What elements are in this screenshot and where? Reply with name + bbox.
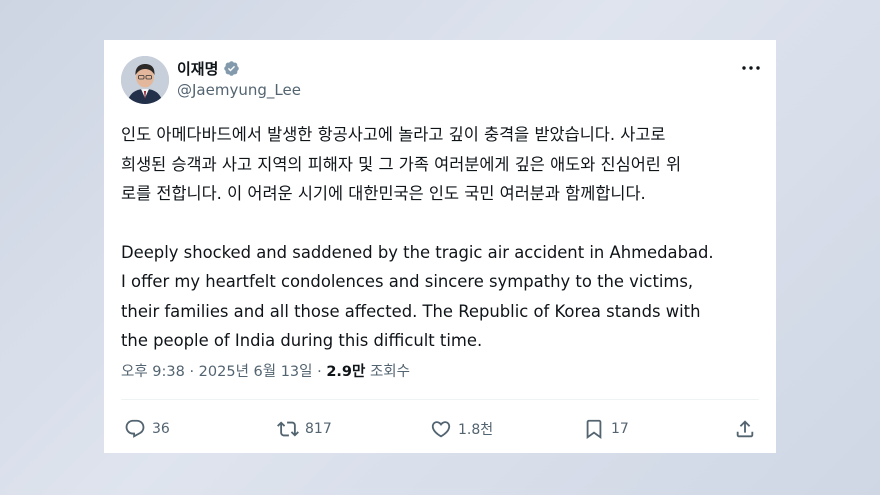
repost-count: 817 [305,421,332,437]
author-row: 이재명 [177,58,240,79]
tweet-line-ko-3: 로를 전합니다. 이 어려운 시기에 대한민국은 인도 국민 여러분과 함께합니… [121,184,646,203]
tweet-line-en-3: their families and all those affected. T… [121,301,701,321]
tweet-line-en-1: Deeply shocked and saddened by the tragi… [121,242,714,262]
bookmark-button[interactable]: 17 [583,418,629,440]
tweet-line-ko-2: 희생된 승객과 사고 지역의 피해자 및 그 가족 여러분에게 깊은 애도와 진… [121,154,682,174]
view-count: 2.9만 [326,364,366,380]
repost-icon [277,421,299,437]
like-icon [431,421,451,438]
repost-button[interactable]: 817 [277,418,332,440]
share-button[interactable] [734,418,756,440]
reply-count: 36 [152,421,170,437]
like-count: 1.8천 [458,422,494,438]
timestamp[interactable]: 오후 9:38 · 2025년 6월 13일 · [121,364,326,380]
share-icon [736,420,754,438]
view-label: 조회수 [365,364,410,380]
author-name[interactable]: 이재명 [177,58,218,79]
reply-icon [125,419,145,438]
divider [121,399,759,400]
tweet-text: 인도 아메다바드에서 발생한 항공사고에 놀라고 깊이 충격을 받았습니다. 사… [121,120,761,356]
more-icon[interactable] [740,58,762,78]
bookmark-icon [586,419,602,440]
avatar[interactable] [121,56,169,104]
tweet-line-en-2: I offer my heartfelt condolences and sin… [121,272,694,291]
bookmark-count: 17 [611,421,629,437]
tweet-line-ko-1: 인도 아메다바드에서 발생한 항공사고에 놀라고 깊이 충격을 받았습니다. 사… [121,125,666,144]
author-handle[interactable]: @Jaemyung_Lee [177,81,301,99]
tweet-line-en-4: the people of India during this difficul… [121,331,483,350]
tweet-meta: 오후 9:38 · 2025년 6월 13일 · 2.9만 조회수 [121,360,410,381]
tweet-card: 이재명 @Jaemyung_Lee 인도 아메다바드에서 발생한 항공사고에 놀… [104,40,776,453]
reply-button[interactable]: 36 [124,418,170,440]
like-button[interactable]: 1.8천 [430,418,493,440]
verified-badge-icon [223,60,240,77]
